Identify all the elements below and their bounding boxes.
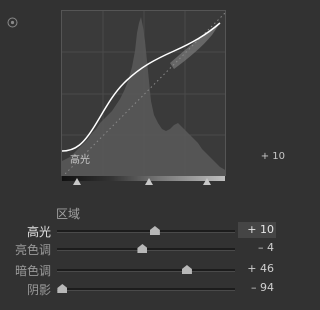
highlights-slider-row: 高光 + 10 [0, 222, 293, 240]
darks-slider-track[interactable] [57, 269, 235, 272]
split-track [62, 176, 225, 181]
split-handle-midtones[interactable] [145, 178, 153, 185]
darks-slider-row: 暗色调 + 46 [0, 261, 293, 279]
highlights-slider-track[interactable] [57, 230, 235, 233]
shadows-label: 阴影 [26, 283, 51, 297]
split-handle-shadows[interactable] [73, 178, 81, 185]
target-adjust-icon[interactable] [7, 13, 18, 28]
shadows-slider-row: 阴影 – 94 [0, 280, 293, 298]
darks-label: 暗色调 [14, 264, 51, 278]
highlights-value[interactable]: + 10 [238, 222, 276, 238]
lights-slider-track[interactable] [57, 248, 235, 251]
highlights-label: 高光 [26, 225, 51, 239]
shadows-value[interactable]: – 94 [238, 280, 276, 296]
lights-slider-row: 亮色调 – 4 [0, 240, 293, 258]
shadows-slider-track[interactable] [57, 288, 235, 291]
region-readout-name: 高光 [70, 155, 90, 166]
lights-value[interactable]: – 4 [238, 240, 276, 256]
lights-label: 亮色调 [14, 243, 51, 257]
region-section-title: 区域 [56, 207, 81, 221]
region-readout-value: + 10 [260, 151, 285, 162]
split-handle-highlights[interactable] [203, 178, 211, 185]
darks-value[interactable]: + 46 [238, 261, 276, 277]
